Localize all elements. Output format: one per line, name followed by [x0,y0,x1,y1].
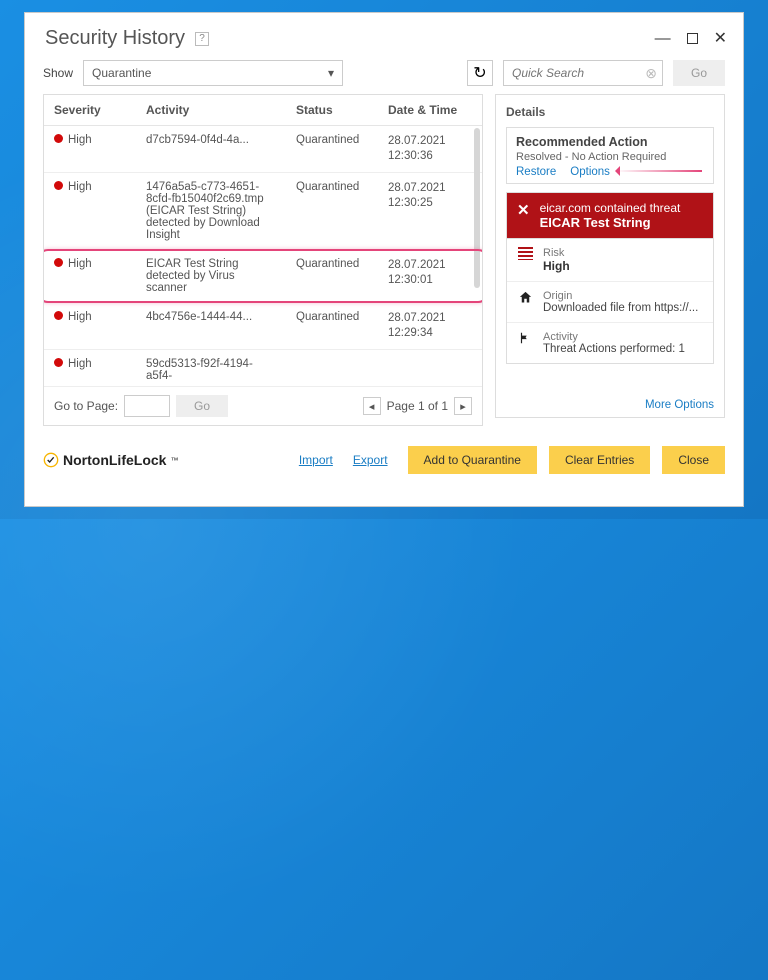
row-status: Quarantined [286,303,378,349]
refresh-icon: ↻ [473,63,486,83]
export-link[interactable]: Export [353,453,388,467]
rec-subtitle: Resolved - No Action Required [516,151,704,163]
brand-logo: NortonLifeLock™ [43,452,178,468]
table-body: Highd7cb7594-0f4d-4a...Quarantined28.07.… [44,126,482,386]
close-footer-button[interactable]: Close [662,446,725,474]
detail-activity: Activity Threat Actions performed: 1 [507,322,713,363]
detail-list: Risk High Origin Downloaded file from ht… [506,238,714,364]
page-title: Security History [45,27,185,50]
row-status: Quarantined [286,250,378,302]
origin-label: Origin [543,290,698,302]
refresh-button[interactable]: ↻ [467,60,493,86]
table-row[interactable]: High1476a5a5-c773-4651-8cfd-fb15040f2c69… [44,173,482,250]
severity-dot-icon [54,181,63,190]
risk-label: Risk [543,247,570,259]
table-row[interactable]: Highd7cb7594-0f4d-4a...Quarantined28.07.… [44,126,482,173]
row-datetime: 28.07.202112:30:36 [378,126,482,172]
search-input[interactable] [512,66,640,80]
help-button[interactable]: ? [195,32,209,46]
row-activity: 1476a5a5-c773-4651-8cfd-fb15040f2c69.tmp… [136,173,286,249]
row-datetime: 28.07.202112:29:34 [378,303,482,349]
history-table: Severity Activity Status Date & Time Hig… [43,94,483,426]
severity-dot-icon [54,311,63,320]
risk-value: High [543,259,570,273]
maximize-button[interactable] [687,33,698,44]
col-header-severity[interactable]: Severity [44,95,136,125]
search-go-button[interactable]: Go [673,60,725,86]
close-button[interactable]: ✕ [714,31,727,47]
annotation-arrow [616,170,702,172]
threat-banner: ✕ eicar.com contained threat EICAR Test … [506,192,714,238]
page-status: Page 1 of 1 [387,399,448,413]
activity-label: Activity [543,331,685,343]
brand-text: NortonLifeLock [63,452,166,468]
table-row[interactable]: High59cd5313-f92f-4194-a5f4- [44,350,482,386]
clear-entries-button[interactable]: Clear Entries [549,446,650,474]
table-row[interactable]: High4bc4756e-1444-44...Quarantined28.07.… [44,303,482,350]
clear-search-icon[interactable]: ⊗ [645,65,657,82]
risk-icon [517,247,533,260]
goto-page-label: Go to Page: [54,399,118,413]
severity-dot-icon [54,134,63,143]
next-page-button[interactable]: ▸ [454,397,472,415]
threat-x-icon: ✕ [517,201,530,219]
home-icon [517,290,533,305]
window-controls: — ✕ [655,31,727,47]
norton-check-icon [43,452,59,468]
options-link[interactable]: Options [570,166,610,178]
import-link[interactable]: Import [299,453,333,467]
chevron-down-icon: ▾ [328,66,334,80]
dropdown-value: Quarantine [92,66,151,80]
table-row[interactable]: HighEICAR Test String detected by Virus … [44,250,482,303]
goto-page-input[interactable] [124,395,170,417]
restore-link[interactable]: Restore [516,166,556,178]
more-options-link[interactable]: More Options [645,399,714,411]
quick-search-box[interactable]: ⊗ [503,60,663,86]
details-title: Details [506,105,714,119]
footer-bar: NortonLifeLock™ Import Export Add to Qua… [25,436,743,480]
detail-origin: Origin Downloaded file from https://... [507,281,713,322]
show-label: Show [43,66,73,80]
security-history-window: Security History ? — ✕ Show Quarantine ▾… [24,12,744,507]
row-activity: d7cb7594-0f4d-4a... [136,126,286,172]
col-header-status[interactable]: Status [286,95,378,125]
pager: Go to Page: Go ◂ Page 1 of 1 ▸ [44,386,482,425]
col-header-activity[interactable]: Activity [136,95,286,125]
details-panel: Details Recommended Action Resolved - No… [495,94,725,418]
col-header-datetime[interactable]: Date & Time [378,95,482,125]
title-bar: Security History ? — ✕ [25,13,743,60]
row-status: Quarantined [286,173,378,249]
flag-icon [517,331,533,345]
row-activity: EICAR Test String detected by Virus scan… [136,250,286,302]
history-category-dropdown[interactable]: Quarantine ▾ [83,60,343,86]
row-status: Quarantined [286,126,378,172]
row-datetime: 28.07.202112:30:25 [378,173,482,249]
severity-dot-icon [54,358,63,367]
minimize-button[interactable]: — [655,31,671,47]
goto-page-button[interactable]: Go [176,395,228,417]
row-datetime [378,350,482,386]
detail-risk: Risk High [507,239,713,281]
origin-value: Downloaded file from https://... [543,302,698,314]
threat-line1: eicar.com contained threat [540,201,681,215]
row-datetime: 28.07.202112:30:01 [378,250,482,302]
severity-dot-icon [54,258,63,267]
row-activity: 59cd5313-f92f-4194-a5f4- [136,350,286,386]
add-to-quarantine-button[interactable]: Add to Quarantine [408,446,537,474]
filter-row: Show Quarantine ▾ ↻ ⊗ Go [43,60,725,86]
activity-value: Threat Actions performed: 1 [543,343,685,355]
rec-title: Recommended Action [516,135,704,149]
table-header: Severity Activity Status Date & Time [44,95,482,126]
threat-name: EICAR Test String [540,215,681,230]
prev-page-button[interactable]: ◂ [363,397,381,415]
row-status [286,350,378,386]
recommended-action-box: Recommended Action Resolved - No Action … [506,127,714,184]
row-activity: 4bc4756e-1444-44... [136,303,286,349]
